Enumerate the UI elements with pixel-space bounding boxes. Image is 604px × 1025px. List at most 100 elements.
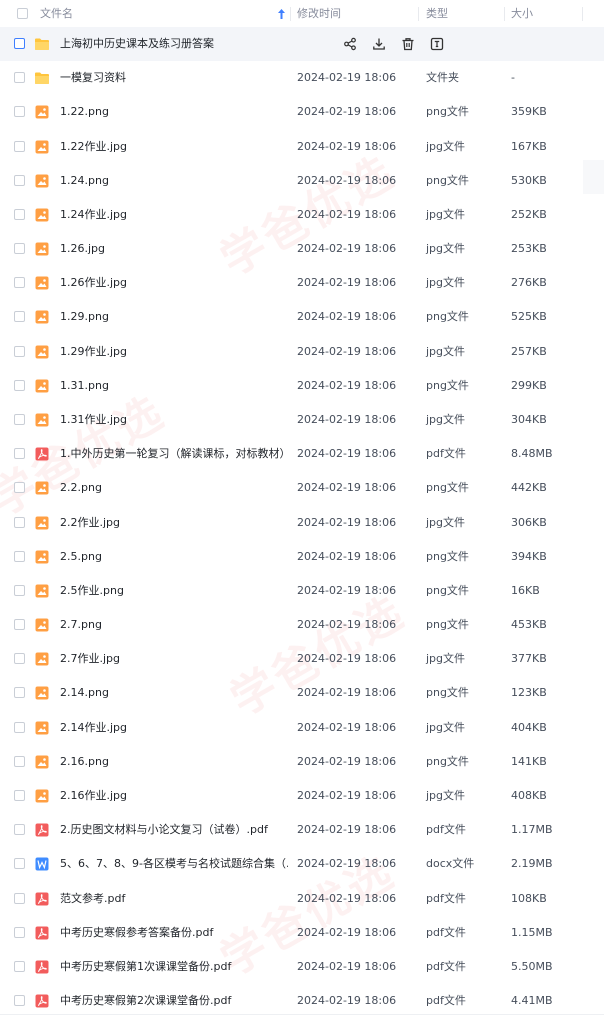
file-name[interactable]: 1.26.jpg <box>60 232 288 266</box>
file-name[interactable]: 2.16作业.jpg <box>60 779 288 813</box>
file-name[interactable]: 1.22作业.jpg <box>60 130 288 164</box>
file-name[interactable]: 1.26作业.jpg <box>60 266 288 300</box>
table-row[interactable]: 1.29作业.jpg 2024-02-19 18:06 jpg文件 257KB <box>0 335 604 369</box>
file-name[interactable]: 中考历史寒假第2次课课堂备份.pdf <box>60 984 288 1018</box>
table-row[interactable]: 2.5.png 2024-02-19 18:06 png文件 394KB <box>0 540 604 574</box>
row-checkbox[interactable] <box>14 379 25 391</box>
table-row[interactable]: 2.7作业.jpg 2024-02-19 18:06 jpg文件 377KB <box>0 642 604 676</box>
table-row-selected[interactable]: 上海初中历史课本及练习册答案 <box>0 27 604 61</box>
column-divider[interactable] <box>290 7 291 21</box>
table-row[interactable]: 一模复习资料 2024-02-19 18:06 文件夹 - <box>0 61 604 95</box>
file-name[interactable]: 范文参考.pdf <box>60 882 288 916</box>
table-row[interactable]: 1.29.png 2024-02-19 18:06 png文件 525KB <box>0 300 604 334</box>
row-checkbox[interactable] <box>14 619 25 631</box>
table-row[interactable]: 中考历史寒假参考答案备份.pdf 2024-02-19 18:06 pdf文件 1.1… <box>0 916 604 950</box>
file-name[interactable]: 2.历史图文材料与小论文复习（试卷）.pdf <box>60 813 288 847</box>
file-name[interactable]: 2.7作业.jpg <box>60 642 288 676</box>
row-checkbox[interactable] <box>14 413 25 425</box>
file-name[interactable]: 2.16.png <box>60 745 288 779</box>
table-row[interactable]: 1.31作业.jpg 2024-02-19 18:06 jpg文件 304KB <box>0 403 604 437</box>
file-name[interactable]: 一模复习资料 <box>60 61 288 95</box>
column-divider[interactable] <box>504 7 505 21</box>
row-checkbox[interactable] <box>14 789 25 801</box>
header-type[interactable]: 类型 <box>426 0 448 28</box>
file-name[interactable]: 1.29.png <box>60 300 288 334</box>
file-name[interactable]: 中考历史寒假参考答案备份.pdf <box>60 916 288 950</box>
row-checkbox[interactable] <box>14 482 25 494</box>
table-row[interactable]: 1.31.png 2024-02-19 18:06 png文件 299KB <box>0 369 604 403</box>
file-name[interactable]: 1.24作业.jpg <box>60 198 288 232</box>
table-row[interactable]: 中考历史寒假第1次课课堂备份.pdf 2024-02-19 18:06 pdf文件 5… <box>0 950 604 984</box>
row-checkbox[interactable] <box>14 960 25 972</box>
table-row[interactable]: 1.26.jpg 2024-02-19 18:06 jpg文件 253KB <box>0 232 604 266</box>
row-checkbox[interactable] <box>14 174 25 186</box>
table-row[interactable]: 范文参考.pdf 2024-02-19 18:06 pdf文件 108KB <box>0 882 604 916</box>
row-checkbox[interactable] <box>14 106 25 118</box>
file-name[interactable]: 中考历史寒假第1次课课堂备份.pdf <box>60 950 288 984</box>
row-checkbox[interactable] <box>14 311 25 323</box>
file-name[interactable]: 上海初中历史课本及练习册答案 <box>60 27 288 61</box>
file-name[interactable]: 2.5作业.png <box>60 574 288 608</box>
download-icon[interactable] <box>372 37 386 51</box>
table-row[interactable]: 1.22.png 2024-02-19 18:06 png文件 359KB <box>0 95 604 129</box>
table-row[interactable]: 1.24作业.jpg 2024-02-19 18:06 jpg文件 252KB <box>0 198 604 232</box>
header-date[interactable]: 修改时间 <box>297 0 341 28</box>
row-checkbox[interactable] <box>14 584 25 596</box>
file-name[interactable]: 2.2.png <box>60 471 288 505</box>
table-row[interactable]: 5、6、7、8、9-各区模考与名校试题综合集（... 2024-02-19 18:… <box>0 847 604 881</box>
file-name[interactable]: 5、6、7、8、9-各区模考与名校试题综合集（... <box>60 847 288 881</box>
row-checkbox[interactable] <box>14 38 25 49</box>
table-row[interactable]: 2.2.png 2024-02-19 18:06 png文件 442KB <box>0 471 604 505</box>
row-checkbox[interactable] <box>14 345 25 357</box>
table-row[interactable]: 2.14作业.jpg 2024-02-19 18:06 jpg文件 404KB <box>0 711 604 745</box>
file-name[interactable]: 2.2作业.jpg <box>60 506 288 540</box>
file-name[interactable]: 1.29作业.jpg <box>60 335 288 369</box>
table-row[interactable]: 1.中外历史第一轮复习（解读课标，对标教材）.... 2024-02-19 18:… <box>0 437 604 471</box>
file-name[interactable]: 1.22.png <box>60 95 288 129</box>
row-checkbox[interactable] <box>14 926 25 938</box>
row-checkbox[interactable] <box>14 858 25 870</box>
share-icon[interactable] <box>343 37 357 51</box>
file-name[interactable]: 2.14作业.jpg <box>60 711 288 745</box>
row-checkbox[interactable] <box>14 995 25 1007</box>
row-checkbox[interactable] <box>14 208 25 220</box>
header-size[interactable]: 大小 <box>511 0 533 28</box>
table-row[interactable]: 2.2作业.jpg 2024-02-19 18:06 jpg文件 306KB <box>0 506 604 540</box>
table-row[interactable]: 中考历史寒假第2次课课堂备份.pdf 2024-02-19 18:06 pdf文件 4… <box>0 984 604 1018</box>
header-name[interactable]: 文件名 <box>40 0 73 28</box>
column-divider[interactable] <box>418 7 419 21</box>
row-checkbox[interactable] <box>14 687 25 699</box>
row-checkbox[interactable] <box>14 721 25 733</box>
table-row[interactable]: 2.历史图文材料与小论文复习（试卷）.pdf 2024-02-19 18:06 pd… <box>0 813 604 847</box>
rename-icon[interactable] <box>430 37 444 51</box>
file-name[interactable]: 1.24.png <box>60 164 288 198</box>
row-checkbox[interactable] <box>14 550 25 562</box>
table-row[interactable]: 2.16作业.jpg 2024-02-19 18:06 jpg文件 408KB <box>0 779 604 813</box>
select-all-checkbox[interactable] <box>17 8 28 19</box>
file-name[interactable]: 1.31作业.jpg <box>60 403 288 437</box>
table-row[interactable]: 2.14.png 2024-02-19 18:06 png文件 123KB <box>0 676 604 710</box>
file-name[interactable]: 2.14.png <box>60 676 288 710</box>
file-name[interactable]: 1.31.png <box>60 369 288 403</box>
table-row[interactable]: 1.24.png 2024-02-19 18:06 png文件 530KB <box>0 164 604 198</box>
sort-ascending-icon[interactable] <box>277 8 286 20</box>
table-row[interactable]: 2.7.png 2024-02-19 18:06 png文件 453KB <box>0 608 604 642</box>
table-row[interactable]: 2.16.png 2024-02-19 18:06 png文件 141KB <box>0 745 604 779</box>
row-checkbox[interactable] <box>14 277 25 289</box>
table-row[interactable]: 1.26作业.jpg 2024-02-19 18:06 jpg文件 276KB <box>0 266 604 300</box>
file-name[interactable]: 1.中外历史第一轮复习（解读课标，对标教材）.... <box>60 437 288 471</box>
row-checkbox[interactable] <box>14 892 25 904</box>
file-name[interactable]: 2.5.png <box>60 540 288 574</box>
row-checkbox[interactable] <box>14 140 25 152</box>
row-checkbox[interactable] <box>14 653 25 665</box>
table-row[interactable]: 1.22作业.jpg 2024-02-19 18:06 jpg文件 167KB <box>0 130 604 164</box>
delete-icon[interactable] <box>401 37 415 51</box>
row-checkbox[interactable] <box>14 243 25 255</box>
row-checkbox[interactable] <box>14 755 25 767</box>
table-row[interactable]: 2.5作业.png 2024-02-19 18:06 png文件 16KB <box>0 574 604 608</box>
row-checkbox[interactable] <box>14 72 25 84</box>
file-name[interactable]: 2.7.png <box>60 608 288 642</box>
row-checkbox[interactable] <box>14 516 25 528</box>
row-checkbox[interactable] <box>14 448 25 460</box>
row-checkbox[interactable] <box>14 824 25 836</box>
